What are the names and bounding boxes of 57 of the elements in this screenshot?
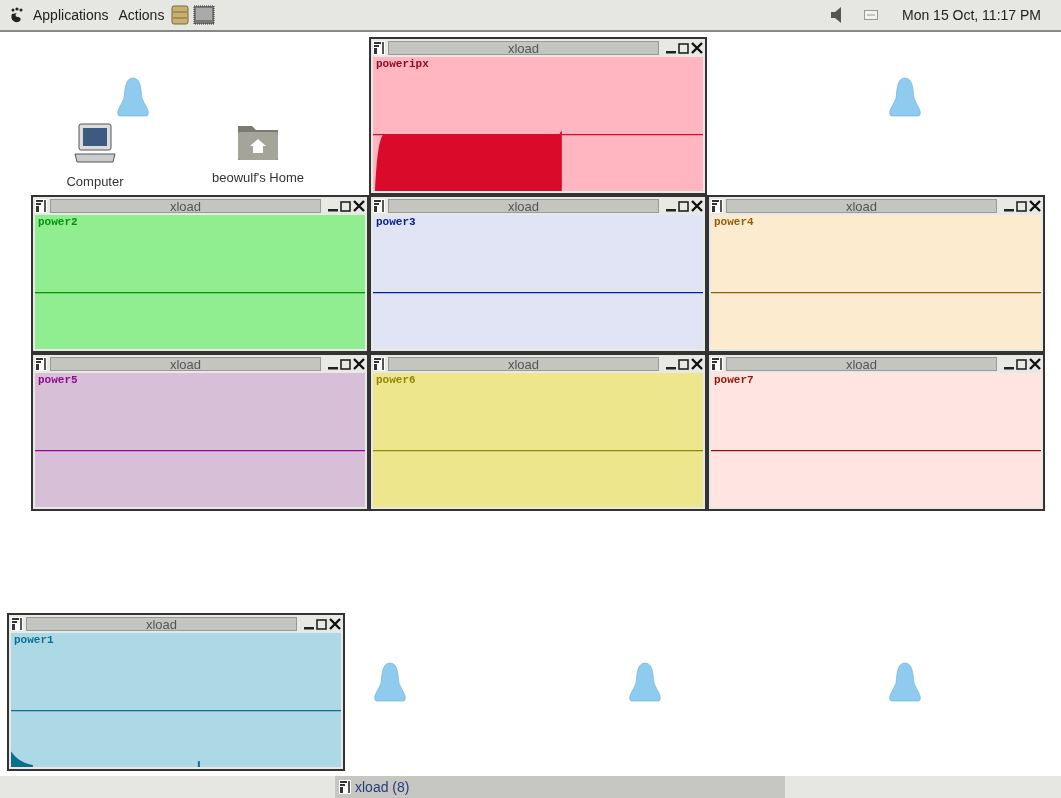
penguin-drawing: [629, 662, 661, 702]
maximize-icon[interactable]: [1016, 358, 1027, 370]
maximize-icon[interactable]: [340, 358, 351, 370]
penguin-drawing: [374, 662, 406, 702]
window-menu-icon[interactable]: [711, 199, 723, 213]
window-menu-icon[interactable]: [373, 41, 385, 55]
speaker-icon[interactable]: [829, 6, 844, 24]
host-label: power1: [14, 635, 54, 646]
host-label: power3: [376, 217, 416, 228]
maximize-icon[interactable]: [316, 618, 327, 630]
panel-menu[interactable]: Actions: [115, 4, 168, 26]
close-icon[interactable]: [353, 200, 365, 212]
cabinet-icon[interactable]: [171, 5, 190, 25]
window-title: xload: [50, 357, 321, 371]
penguin-drawing: [889, 662, 921, 702]
close-icon[interactable]: [691, 358, 703, 370]
window-menu-icon[interactable]: [35, 357, 47, 371]
host-label: power7: [714, 375, 754, 386]
maximize-icon[interactable]: [678, 358, 689, 370]
maximize-icon[interactable]: [678, 42, 689, 54]
close-icon[interactable]: [1029, 358, 1041, 370]
maximize-icon[interactable]: [340, 200, 351, 212]
window-title: xload: [388, 357, 659, 371]
desktop-icon-label[interactable]: Computer: [66, 172, 124, 192]
computer-icon[interactable]: [73, 122, 117, 166]
close-icon[interactable]: [329, 618, 341, 630]
host-label: power4: [714, 217, 754, 228]
window-title: xload: [388, 199, 659, 213]
clock[interactable]: Mon 15 Oct, 11:17 PM: [901, 4, 1041, 26]
window-title: xload: [26, 617, 297, 631]
monitor-icon[interactable]: [193, 5, 216, 25]
maximize-icon[interactable]: [1016, 200, 1027, 212]
window-menu-icon[interactable]: [35, 199, 47, 213]
window-title: xload: [388, 41, 659, 55]
host-label: power6: [376, 375, 416, 386]
close-icon[interactable]: [691, 200, 703, 212]
desktop-icon-label[interactable]: beowulf's Home: [211, 168, 305, 188]
host-label: power2: [38, 217, 78, 228]
taskbar-button[interactable]: xload (8): [335, 776, 785, 798]
close-icon[interactable]: [353, 358, 365, 370]
panel-menu[interactable]: Applications: [30, 4, 112, 26]
host-label: poweripx: [376, 59, 429, 70]
window-title: xload: [726, 199, 997, 213]
host-label: power5: [38, 375, 78, 386]
penguin-drawing: [117, 77, 149, 117]
window-menu-icon[interactable]: [11, 617, 23, 631]
keyboard-icon[interactable]: [863, 10, 878, 20]
window-title: xload: [50, 199, 321, 213]
maximize-icon[interactable]: [678, 200, 689, 212]
window-menu-icon[interactable]: [373, 199, 385, 213]
window-menu-icon[interactable]: [339, 780, 351, 794]
penguin-drawing: [889, 77, 921, 117]
window-menu-icon[interactable]: [711, 357, 723, 371]
close-icon[interactable]: [1029, 200, 1041, 212]
window-title: xload: [726, 357, 997, 371]
window-menu-icon[interactable]: [373, 357, 385, 371]
close-icon[interactable]: [691, 42, 703, 54]
